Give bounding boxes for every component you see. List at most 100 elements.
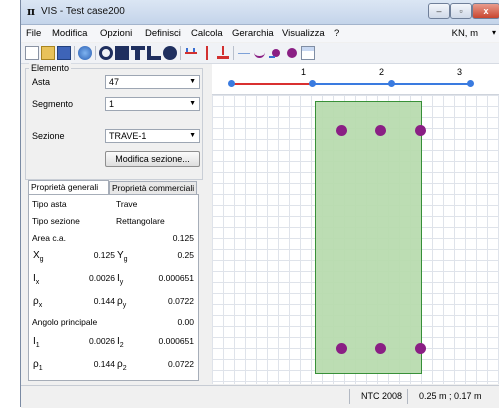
- menu-visualizza[interactable]: Visualizza: [282, 28, 325, 39]
- application-window: π VIS - Test case200 – ▫ x File Modifica…: [20, 0, 499, 408]
- close-button[interactable]: x: [472, 3, 499, 19]
- area-label: Area c.a.: [32, 233, 67, 243]
- segment-node[interactable]: [467, 80, 474, 87]
- angolo-value: 0.00: [177, 317, 194, 327]
- circle-filled-icon[interactable]: [163, 46, 177, 60]
- status-divider: [407, 389, 408, 404]
- segmento-select[interactable]: 1 ▼: [105, 97, 200, 111]
- norm-status: NTC 2008: [361, 391, 403, 401]
- menu-opzioni[interactable]: Opzioni: [100, 28, 132, 39]
- tab-proprieta-commerciali[interactable]: Proprietà commerciali: [109, 181, 197, 194]
- ix-subscript: x: [35, 279, 40, 286]
- toolbar-separator: [74, 46, 75, 60]
- menu-modifica[interactable]: Modifica: [52, 28, 87, 39]
- i1-value: 0.0026: [89, 336, 115, 346]
- minimize-button[interactable]: –: [428, 3, 450, 19]
- tipo-sezione-value: Rettangolare: [116, 216, 165, 226]
- units-dropdown-icon[interactable]: ▾: [492, 28, 496, 37]
- sezione-select[interactable]: TRAVE-1 ▼: [105, 129, 200, 143]
- rho-1-label: ρ1: [33, 359, 43, 372]
- rebar[interactable]: [415, 125, 426, 136]
- rebar[interactable]: [336, 125, 347, 136]
- segment-node[interactable]: [388, 80, 395, 87]
- i2-label: I2: [117, 336, 124, 349]
- menu-file[interactable]: File: [26, 28, 41, 39]
- rho-2-subscript: 2: [122, 365, 127, 372]
- save-icon[interactable]: [57, 46, 71, 60]
- modifica-sezione-button[interactable]: Modifica sezione...: [105, 151, 200, 167]
- menu-calcola[interactable]: Calcola: [191, 28, 223, 39]
- rebar[interactable]: [336, 343, 347, 354]
- iy-subscript: y: [119, 279, 124, 286]
- rho-x-label: ρx: [33, 296, 42, 309]
- window-title: VIS - Test case200: [41, 6, 125, 17]
- tab-proprieta-generali[interactable]: Proprietà generali: [28, 180, 109, 194]
- i2-subscript: 2: [119, 342, 124, 349]
- circle-section-icon[interactable]: [99, 46, 113, 60]
- rectangle-section-icon[interactable]: [115, 46, 129, 60]
- rho-1-subscript: 1: [38, 365, 43, 372]
- rho-x-subscript: x: [38, 302, 43, 309]
- t-section-icon[interactable]: [131, 46, 145, 60]
- units-selector[interactable]: KN, m: [452, 28, 478, 39]
- maximize-button[interactable]: ▫: [450, 3, 472, 19]
- segmento-value: 1: [109, 99, 115, 109]
- dot-icon[interactable]: [285, 46, 299, 60]
- curve-icon[interactable]: [253, 46, 267, 60]
- menu-definisci[interactable]: Definisci: [145, 28, 181, 39]
- support-icon[interactable]: [216, 46, 230, 60]
- segment-line-active[interactable]: [230, 83, 310, 85]
- asta-select[interactable]: 47 ▼: [105, 75, 200, 89]
- concrete-section[interactable]: [315, 101, 422, 374]
- segment-node[interactable]: [228, 80, 235, 87]
- segmento-label: Segmento: [32, 99, 74, 109]
- segment-ruler: 1 2 3: [212, 64, 499, 94]
- segment-number: 1: [301, 67, 307, 77]
- angolo-label: Angolo principale: [32, 317, 98, 327]
- rho-y-value: 0.0722: [168, 296, 194, 306]
- chevron-down-icon: ▼: [189, 132, 196, 139]
- menu-help[interactable]: ?: [334, 28, 339, 39]
- tipo-asta-label: Tipo asta: [32, 199, 67, 209]
- rho-y-subscript: y: [122, 302, 127, 309]
- toolbar-separator: [233, 46, 234, 60]
- new-file-icon[interactable]: [25, 46, 39, 60]
- ix-value: 0.0026: [89, 273, 115, 283]
- chevron-down-icon: ▼: [189, 78, 196, 85]
- rho-2-label: ρ2: [117, 359, 127, 372]
- yg-symbol: Y: [117, 250, 124, 261]
- section-canvas[interactable]: [212, 94, 499, 384]
- l-section-icon[interactable]: [147, 46, 161, 60]
- area-value: 0.125: [172, 233, 194, 243]
- properties-panel: Elemento Asta 47 ▼ Segmento 1 ▼ Sezione …: [21, 63, 206, 384]
- rho-x-value: 0.144: [93, 296, 115, 306]
- title-bar: π VIS - Test case200 – ▫ x: [21, 0, 499, 25]
- line-icon[interactable]: [237, 46, 251, 60]
- properties-table: Tipo asta Trave Tipo sezione Rettangolar…: [28, 194, 199, 381]
- rebar[interactable]: [415, 343, 426, 354]
- segment-number: 3: [457, 67, 463, 77]
- toolbar-separator: [180, 46, 181, 60]
- menu-gerarchia[interactable]: Gerarchia: [232, 28, 274, 39]
- rho-1-value: 0.144: [93, 359, 115, 369]
- chevron-down-icon: ▼: [189, 100, 196, 107]
- column-load-icon[interactable]: [200, 46, 214, 60]
- element-groupbox: Elemento Asta 47 ▼ Segmento 1 ▼ Sezione …: [25, 63, 203, 180]
- help-icon[interactable]: [78, 46, 92, 60]
- app-icon: π: [27, 5, 36, 18]
- open-folder-icon[interactable]: [41, 46, 55, 60]
- asta-label: Asta: [32, 77, 51, 87]
- segment-node[interactable]: [309, 80, 316, 87]
- beam-load-icon[interactable]: [184, 46, 198, 60]
- i2-value: 0.000651: [158, 336, 194, 346]
- toolbar-separator: [95, 46, 96, 60]
- sezione-value: TRAVE-1: [109, 131, 147, 141]
- yg-value: 0.25: [177, 250, 194, 260]
- status-bar: NTC 2008 0.25 m ; 0.17 m: [21, 385, 499, 408]
- rebar[interactable]: [375, 343, 386, 354]
- xg-subscript: g: [39, 256, 44, 263]
- rebar[interactable]: [375, 125, 386, 136]
- xg-value: 0.125: [93, 250, 115, 260]
- rebar-tool-icon[interactable]: [269, 46, 283, 60]
- table-icon[interactable]: [301, 46, 315, 60]
